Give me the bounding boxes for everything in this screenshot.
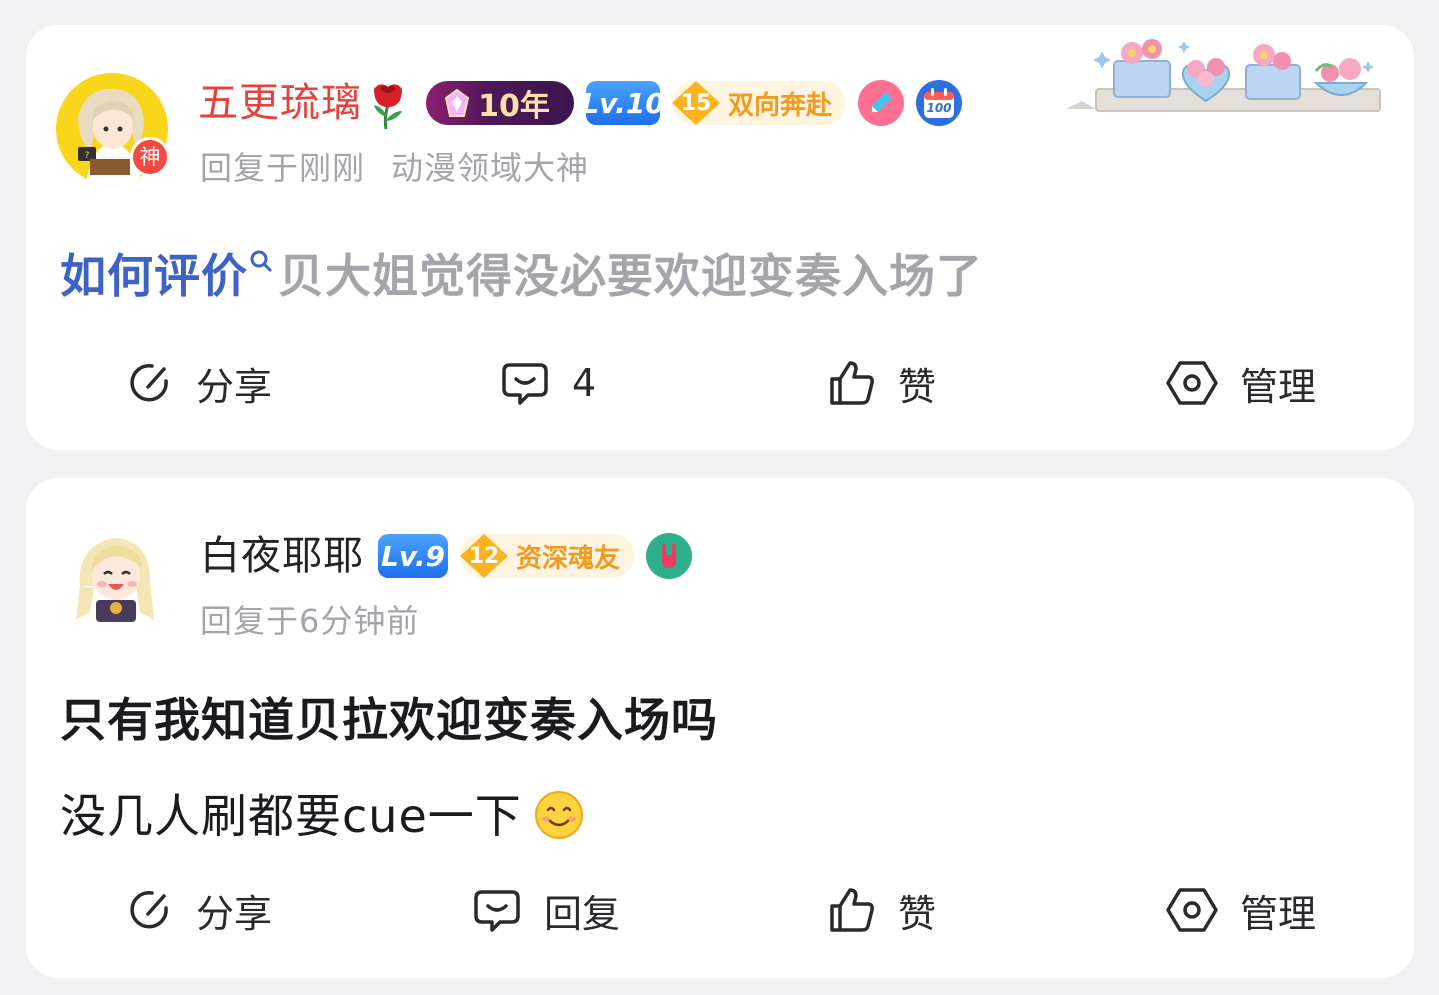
calendar-100-icon[interactable]: 100 (916, 80, 963, 126)
user-info-row: 白夜耶耶 Lv.9 12 资深魂友 (200, 528, 693, 584)
tag-number: 15 (672, 81, 720, 125)
pen-icon[interactable] (858, 80, 905, 126)
diamond-icon (445, 88, 470, 117)
avatar[interactable]: ? 神 (56, 73, 170, 185)
user-info-row: 五更琉璃 10年 Lv.10 15 双向奔赴 100 (198, 75, 963, 131)
search-icon[interactable] (248, 231, 274, 285)
action-bar: 分享 4 赞 管理 (26, 353, 1414, 413)
share-button[interactable]: 分享 (126, 880, 272, 940)
relationship-tag[interactable]: 12 资深魂友 (460, 534, 635, 578)
manage-button[interactable]: 管理 (1166, 353, 1316, 413)
avatar[interactable] (66, 526, 166, 626)
like-button[interactable]: 赞 (828, 353, 936, 413)
comment-button[interactable]: 4 (500, 353, 596, 413)
svg-text:?: ? (85, 151, 90, 161)
content-text: 贝大姐觉得没必要欢迎变奏入场了 (278, 249, 983, 303)
tag-number: 12 (460, 534, 508, 578)
years-label: 10年 (478, 89, 550, 124)
user-title: 动漫领域大神 (391, 149, 590, 187)
years-badge[interactable]: 10年 (426, 81, 574, 125)
comment-count: 4 (572, 361, 597, 405)
smile-emoji-icon (534, 791, 583, 839)
manage-button[interactable]: 管理 (1166, 880, 1316, 940)
manage-icon (1166, 888, 1218, 932)
like-label: 赞 (898, 364, 937, 409)
post-meta: 回复于刚刚 动漫领域大神 (200, 143, 589, 189)
flower-decoration (1066, 31, 1396, 121)
content-text: 没几人刷都要cue一下 (60, 789, 522, 843)
share-button[interactable]: 分享 (126, 353, 272, 413)
tag-label: 资深魂友 (516, 543, 621, 574)
reply-label: 回复 (544, 891, 621, 936)
envelope-1 (1113, 39, 1171, 98)
bowl (1313, 58, 1369, 96)
post-meta: 回复于6分钟前 (200, 596, 419, 642)
level-badge[interactable]: Lv.10 (581, 81, 665, 125)
username[interactable]: 五更琉璃 (198, 75, 362, 131)
rock-hand-icon[interactable] (646, 533, 693, 579)
manage-icon (1166, 361, 1218, 405)
manage-label: 管理 (1240, 891, 1317, 936)
comment-icon (474, 890, 520, 932)
rose-icon (366, 75, 410, 131)
like-icon (830, 361, 874, 405)
post-content: 如何评价 贝大姐觉得没必要欢迎变奏入场了 (60, 231, 983, 306)
tag-label: 双向奔赴 (728, 90, 833, 121)
level-badge[interactable]: Lv.9 (378, 534, 448, 578)
action-bar: 分享 回复 赞 管理 (26, 880, 1414, 940)
comment-icon (502, 363, 548, 405)
relationship-tag[interactable]: 15 双向奔赴 (672, 81, 847, 125)
like-label: 赞 (898, 891, 937, 936)
username[interactable]: 白夜耶耶 (200, 528, 364, 584)
calendar-label: 100 (926, 101, 952, 115)
like-icon (830, 888, 874, 932)
avatar-badge: 神 (130, 137, 170, 177)
envelope-2 (1245, 44, 1301, 100)
reply-time: 回复于6分钟前 (200, 602, 420, 640)
post-content: 没几人刷都要cue一下 (60, 780, 584, 846)
post-card-2: 白夜耶耶 Lv.9 12 资深魂友 回复于6分钟前 只有我知道贝拉欢迎变奏入场吗… (26, 478, 1414, 978)
share-icon (130, 364, 168, 402)
like-button[interactable]: 赞 (828, 880, 936, 940)
search-link[interactable]: 如何评价 (60, 249, 248, 303)
manage-label: 管理 (1240, 364, 1317, 409)
share-label: 分享 (196, 364, 273, 409)
post-card-1: ? 神 五更琉璃 10年 Lv.10 15 双向奔赴 100 回复于刚刚 动漫领… (26, 25, 1414, 450)
share-icon (130, 891, 168, 929)
share-label: 分享 (196, 891, 273, 936)
post-title: 只有我知道贝拉欢迎变奏入场吗 (60, 693, 718, 747)
reply-button[interactable]: 回复 (472, 880, 620, 940)
reply-time: 回复于刚刚 (200, 149, 366, 187)
